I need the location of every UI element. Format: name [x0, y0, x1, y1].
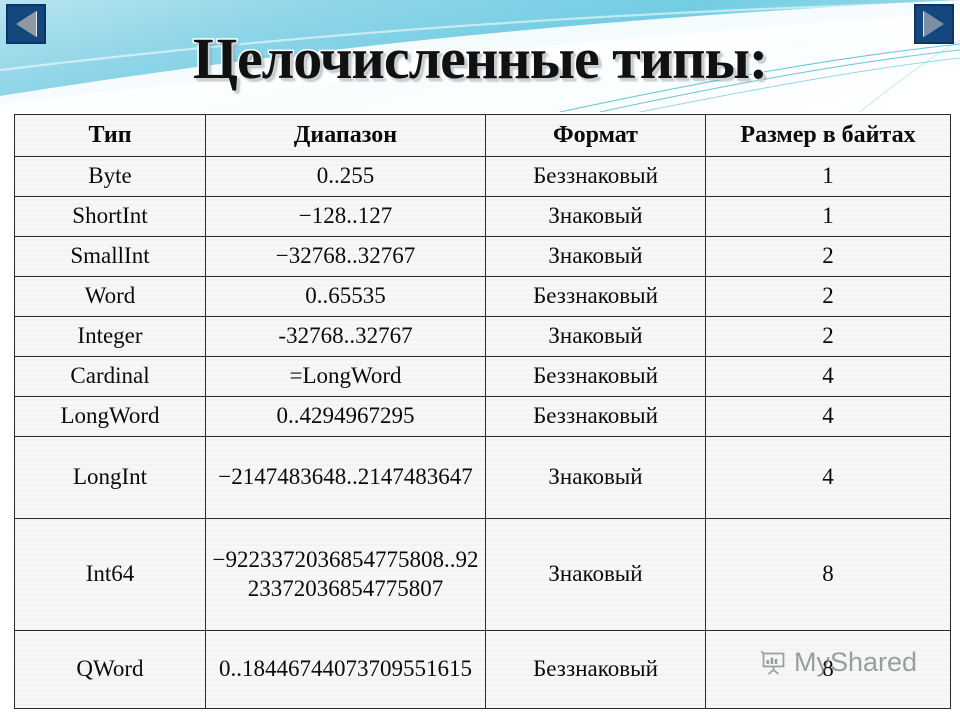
cell-size: 4: [705, 396, 951, 437]
table-row: ShortInt −128..127 Знаковый 1: [14, 196, 951, 237]
table-row: Cardinal =LongWord Беззнаковый 4: [14, 356, 951, 397]
page-title: Целочисленные типы:: [191, 26, 769, 91]
cell-size: 1: [705, 156, 951, 197]
cell-range: −32768..32767: [205, 236, 486, 277]
cell-size: 4: [705, 436, 951, 519]
column-header-range: Диапазон: [205, 114, 486, 157]
cell-format: Знаковый: [485, 196, 706, 237]
cell-type: Cardinal: [14, 356, 206, 397]
table-body: Byte 0..255 Беззнаковый 1 ShortInt −128.…: [14, 156, 951, 709]
cell-size: 2: [705, 316, 951, 357]
cell-format: Знаковый: [485, 316, 706, 357]
previous-slide-button[interactable]: [6, 4, 46, 44]
table-header-row: Тип Диапазон Формат Размер в байтах: [14, 114, 951, 157]
left-arrow-icon: [16, 11, 36, 37]
cell-format: Знаковый: [485, 236, 706, 277]
table-row: Integer -32768..32767 Знаковый 2: [14, 316, 951, 357]
table-row: Int64 −9223372036854775808..922337203685…: [14, 518, 951, 631]
column-header-size: Размер в байтах: [705, 114, 951, 157]
integer-types-table: Тип Диапазон Формат Размер в байтах Byte…: [14, 114, 951, 709]
table-row: QWord 0..18446744073709551615 Беззнаковы…: [14, 630, 951, 709]
cell-type: SmallInt: [14, 236, 206, 277]
table-row: Word 0..65535 Беззнаковый 2: [14, 276, 951, 317]
cell-format: Знаковый: [485, 436, 706, 519]
cell-range: 0..255: [205, 156, 486, 197]
cell-format: Беззнаковый: [485, 630, 706, 709]
cell-format: Знаковый: [485, 518, 706, 631]
cell-range: =LongWord: [205, 356, 486, 397]
cell-type: Word: [14, 276, 206, 317]
cell-range: 0..18446744073709551615: [205, 630, 486, 709]
cell-format: Беззнаковый: [485, 276, 706, 317]
cell-size: 2: [705, 276, 951, 317]
table-row: LongInt −2147483648..2147483647 Знаковый…: [14, 436, 951, 519]
cell-format: Беззнаковый: [485, 356, 706, 397]
cell-type: Byte: [14, 156, 206, 197]
table-row: SmallInt −32768..32767 Знаковый 2: [14, 236, 951, 277]
cell-type: ShortInt: [14, 196, 206, 237]
column-header-format: Формат: [485, 114, 706, 157]
cell-range: −2147483648..2147483647: [205, 436, 486, 519]
cell-type: QWord: [14, 630, 206, 709]
cell-range: 0..65535: [205, 276, 486, 317]
cell-range: −9223372036854775808..922337203685477580…: [205, 518, 486, 631]
cell-format: Беззнаковый: [485, 396, 706, 437]
cell-type: LongInt: [14, 436, 206, 519]
cell-format: Беззнаковый: [485, 156, 706, 197]
cell-range: 0..4294967295: [205, 396, 486, 437]
right-arrow-icon: [924, 11, 944, 37]
cell-type: Int64: [14, 518, 206, 631]
next-slide-button[interactable]: [914, 4, 954, 44]
table-row: Byte 0..255 Беззнаковый 1: [14, 156, 951, 197]
cell-type: Integer: [14, 316, 206, 357]
cell-size: 4: [705, 356, 951, 397]
table-row: LongWord 0..4294967295 Беззнаковый 4: [14, 396, 951, 437]
column-header-type: Тип: [14, 114, 206, 157]
cell-size: 8: [705, 630, 951, 709]
cell-size: 8: [705, 518, 951, 631]
cell-size: 1: [705, 196, 951, 237]
slide-canvas: Целочисленные типы: Тип Диапазон Формат …: [0, 0, 960, 720]
cell-range: −128..127: [205, 196, 486, 237]
cell-size: 2: [705, 236, 951, 277]
cell-range: -32768..32767: [205, 316, 486, 357]
cell-type: LongWord: [14, 396, 206, 437]
